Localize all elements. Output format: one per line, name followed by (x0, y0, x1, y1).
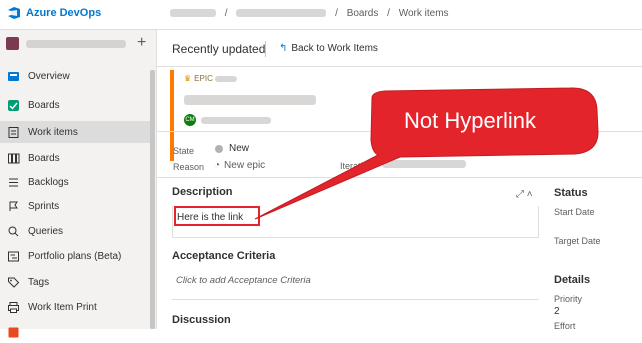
state-value: New (229, 143, 250, 154)
iteration-label: Iteration (340, 161, 373, 171)
project-selector[interactable]: + (0, 30, 157, 58)
description-heading: Description (172, 186, 233, 198)
add-icon[interactable]: + (137, 34, 146, 52)
work-item-title-text[interactable] (184, 94, 316, 105)
divider (157, 66, 642, 67)
sidebar-item-label: Backlogs (28, 176, 69, 188)
recently-updated-label[interactable]: Recently updated (172, 42, 265, 56)
sprint-icon (9, 201, 18, 211)
discussion-heading: Discussion (172, 314, 231, 326)
sidebar-item-label: Boards (28, 99, 60, 111)
boards-app-icon (8, 99, 19, 111)
target-date-label: Target Date (554, 236, 601, 246)
priority-value[interactable]: 2 (554, 306, 560, 317)
sidebar-item-label: Tags (28, 276, 50, 288)
iteration-value[interactable] (382, 160, 466, 168)
work-item-type: ♛ EPIC (184, 74, 238, 83)
sidebar-item-portfolio-plans[interactable]: Portfolio plans (Beta) (0, 245, 150, 267)
sidebar-item-boards-app[interactable]: Boards (0, 94, 150, 116)
work-items-icon (8, 126, 19, 138)
tag-icon (8, 277, 20, 288)
effort-label: Effort (554, 321, 576, 331)
backlog-icon (9, 178, 18, 186)
description-editor[interactable]: Here is the link (172, 206, 539, 238)
back-link-label: Back to Work Items (291, 43, 378, 54)
state-field[interactable]: New (215, 143, 249, 154)
portfolio-icon (8, 251, 19, 261)
breadcrumb-work-items[interactable]: Work items (399, 8, 449, 19)
breadcrumb-separator: / (335, 8, 338, 19)
sidebar-item-label: Overview (28, 70, 70, 82)
state-label: State (173, 146, 195, 156)
sidebar-item-label: Sprints (28, 200, 60, 212)
breadcrumb-separator: / (224, 8, 228, 19)
sidebar-item-label: Queries (28, 225, 64, 237)
expand-icon[interactable]: ⤢ ˄ (516, 189, 533, 200)
acceptance-criteria-heading: Acceptance Criteria (172, 250, 276, 262)
priority-label: Priority (554, 294, 583, 304)
start-date-label: Start Date (554, 207, 595, 217)
sidebar-item-tags[interactable]: Tags (0, 271, 150, 293)
work-item-type-label: EPIC (194, 74, 213, 83)
extension-icon (8, 327, 19, 337)
sidebar-item-overview[interactable]: Overview (0, 65, 150, 87)
breadcrumb-boards[interactable]: Boards (347, 8, 379, 19)
sidebar-item-sprints[interactable]: Sprints (0, 195, 150, 217)
sidebar-item-boards[interactable]: Boards (0, 147, 150, 169)
sidebar-item-extra[interactable] (0, 321, 150, 343)
breadcrumb-separator: / (387, 8, 390, 19)
sidebar-item-label: Work Item Print (28, 301, 97, 313)
status-panel: Status Start Date Target Date Details Pr… (540, 178, 642, 331)
avatar: CM (184, 114, 196, 126)
brand-name[interactable]: Azure DevOps (26, 7, 101, 19)
top-bar: Azure DevOps / / Boards / Work items (0, 0, 642, 30)
crown-icon: ♛ (184, 74, 192, 83)
reason-value: New epic (224, 160, 266, 171)
main-panel: Recently updated ↰ Back to Work Items ♛ EP… (157, 30, 642, 331)
print-icon (8, 301, 19, 313)
sidebar-item-work-item-print[interactable]: Work Item Print (0, 296, 150, 318)
reason-field[interactable]: ◔ New epic (214, 160, 265, 171)
project-name[interactable] (26, 40, 126, 48)
sidebar-item-queries[interactable]: Queries (0, 220, 150, 242)
reason-clock-icon: ◔ (214, 160, 221, 171)
breadcrumb-project[interactable] (236, 9, 327, 18)
back-arrow-icon: ↰ (279, 43, 288, 54)
work-item-title[interactable] (184, 91, 316, 109)
sidebar-item-label: Boards (28, 152, 60, 164)
board-grid-icon (8, 153, 20, 163)
reason-label: Reason (173, 162, 205, 172)
callout-text: Not Hyperlink (403, 108, 537, 133)
state-dot-icon (215, 144, 223, 153)
breadcrumb: / / Boards / Work items (170, 8, 455, 19)
description-text[interactable]: Here is the link (177, 212, 243, 223)
iteration-field[interactable] (382, 160, 466, 168)
divider (172, 299, 539, 300)
back-to-work-items-link[interactable]: ↰ Back to Work Items (279, 43, 378, 54)
acceptance-criteria-input[interactable]: Click to add Acceptance Criteria (176, 275, 311, 286)
toolbar-divider (265, 41, 266, 57)
overview-icon (8, 71, 19, 81)
work-item-id (215, 75, 238, 82)
assignee-name[interactable] (201, 116, 271, 124)
sidebar-item-backlogs[interactable]: Backlogs (0, 171, 150, 193)
details-heading: Details (554, 274, 591, 286)
sidebar-item-work-items[interactable]: Work items (0, 121, 150, 143)
project-avatar (6, 37, 19, 50)
query-icon (8, 226, 19, 236)
breadcrumb-org[interactable] (170, 9, 216, 18)
sidebar: + Overview Boards Work items Boards Back… (0, 30, 157, 337)
status-heading: Status (554, 187, 588, 199)
assigned-to[interactable]: CM (184, 114, 271, 126)
sidebar-item-label: Work items (28, 126, 78, 138)
sidebar-scrollbar[interactable] (150, 70, 155, 329)
sidebar-item-label: Portfolio plans (Beta) (28, 250, 122, 262)
azure-devops-logo-icon[interactable] (7, 6, 21, 20)
